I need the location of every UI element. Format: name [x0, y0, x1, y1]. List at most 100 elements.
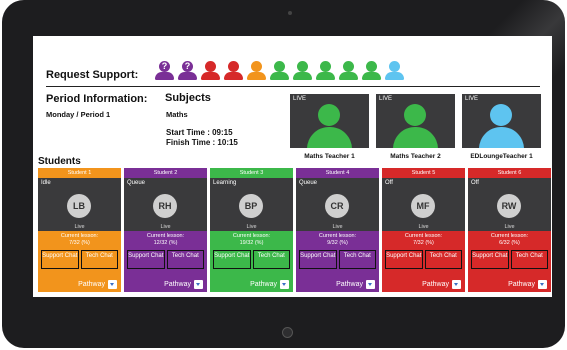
student-card-body: Current lesson: 7/32 (%) Support Chat Te… [38, 231, 121, 292]
live-label: Live [332, 224, 343, 230]
support-chat-button[interactable]: Support Chat [385, 250, 423, 269]
user-icon[interactable] [361, 60, 382, 80]
live-label: Live [160, 224, 171, 230]
user-icon[interactable] [269, 60, 290, 80]
live-label: Live [504, 224, 515, 230]
user-icon[interactable] [338, 60, 359, 80]
student-card: Student 6 Off RW Live Current lesson: 6/… [468, 168, 551, 292]
student-video[interactable]: Off MF Live [382, 178, 465, 231]
user-icon[interactable] [315, 60, 336, 80]
camera-icon [288, 11, 292, 15]
student-status: Queue [127, 180, 146, 186]
user-icon-head [404, 104, 426, 126]
question-user-icon[interactable]: ? [154, 60, 175, 80]
teacher-card[interactable]: LIVE Maths Teacher 2 [376, 94, 455, 160]
user-icon-body [362, 72, 381, 80]
support-chat-button[interactable]: Support Chat [41, 250, 79, 269]
student-label: Student 4 [296, 168, 379, 178]
pathway-control[interactable]: Pathway [422, 280, 461, 289]
tech-chat-button[interactable]: Tech Chat [166, 250, 204, 269]
pathway-control[interactable]: Pathway [164, 280, 203, 289]
student-label: Student 1 [38, 168, 121, 178]
live-label: LIVE [293, 96, 307, 102]
student-video[interactable]: Idle LB Live [38, 178, 121, 231]
subject-value: Maths [166, 110, 188, 119]
avatar: CR [325, 194, 349, 218]
user-icon[interactable] [384, 60, 405, 80]
chat-buttons: Support Chat Tech Chat [210, 250, 293, 269]
current-lesson: Current lesson: 7/32 (%) [38, 231, 121, 249]
avatar: RW [497, 194, 521, 218]
pathway-label: Pathway [422, 281, 449, 288]
live-label: LIVE [465, 96, 479, 102]
student-video[interactable]: Off RW Live [468, 178, 551, 231]
user-icon-body [247, 72, 266, 80]
chevron-down-icon[interactable] [194, 280, 203, 289]
tech-chat-button[interactable]: Tech Chat [424, 250, 462, 269]
teacher-video[interactable]: LIVE [290, 94, 369, 148]
chat-buttons: Support Chat Tech Chat [124, 250, 207, 269]
student-card: Student 2 Queue RH Live Current lesson: … [124, 168, 207, 292]
student-card-body: Current lesson: 7/32 (%) Support Chat Te… [382, 231, 465, 292]
chevron-down-icon[interactable] [280, 280, 289, 289]
user-icon-head [320, 61, 331, 72]
teacher-card[interactable]: LIVE Maths Teacher 1 [290, 94, 369, 160]
tech-chat-button[interactable]: Tech Chat [510, 250, 548, 269]
teacher-card[interactable]: LIVE EDLoungeTeacher 1 [462, 94, 541, 160]
current-lesson-value: 19/32 (%) [239, 240, 264, 246]
current-lesson-value: 12/32 (%) [153, 240, 178, 246]
tech-chat-button[interactable]: Tech Chat [338, 250, 376, 269]
student-video[interactable]: Learning BP Live [210, 178, 293, 231]
chat-buttons: Support Chat Tech Chat [296, 250, 379, 269]
chevron-down-icon[interactable] [366, 280, 375, 289]
user-icon-body [316, 72, 335, 80]
support-chat-button[interactable]: Support Chat [299, 250, 337, 269]
user-icon[interactable] [223, 60, 244, 80]
home-button[interactable] [282, 327, 293, 338]
student-video[interactable]: Queue CR Live [296, 178, 379, 231]
avatar: LB [67, 194, 91, 218]
pathway-control[interactable]: Pathway [250, 280, 289, 289]
student-label: Student 5 [382, 168, 465, 178]
chevron-down-icon[interactable] [538, 280, 547, 289]
teacher-video[interactable]: LIVE [376, 94, 455, 148]
support-chat-button[interactable]: Support Chat [127, 250, 165, 269]
tech-chat-button[interactable]: Tech Chat [80, 250, 118, 269]
student-video[interactable]: Queue RH Live [124, 178, 207, 231]
user-icon-head [318, 104, 340, 126]
user-icon-body [307, 127, 352, 148]
current-lesson-label: Current lesson: [318, 233, 357, 239]
user-icon[interactable] [246, 60, 267, 80]
support-chat-button[interactable]: Support Chat [471, 250, 509, 269]
user-icon-head [297, 61, 308, 72]
question-user-icon[interactable]: ? [177, 60, 198, 80]
current-lesson-value: 7/32 (%) [413, 240, 434, 246]
current-lesson-value: 9/32 (%) [327, 240, 348, 246]
user-icon-body [201, 72, 220, 80]
pathway-label: Pathway [336, 281, 363, 288]
user-icon-body [393, 127, 438, 148]
user-icon[interactable] [292, 60, 313, 80]
user-icon[interactable] [200, 60, 221, 80]
teacher-video[interactable]: LIVE [462, 94, 541, 148]
chat-buttons: Support Chat Tech Chat [38, 250, 121, 269]
live-label: LIVE [379, 96, 393, 102]
pathway-label: Pathway [250, 281, 277, 288]
period-value: Monday / Period 1 [46, 110, 111, 119]
student-status: Off [385, 180, 393, 186]
pathway-control[interactable]: Pathway [78, 280, 117, 289]
chevron-down-icon[interactable] [452, 280, 461, 289]
chevron-down-icon[interactable] [108, 280, 117, 289]
pathway-label: Pathway [78, 281, 105, 288]
live-label: Live [246, 224, 257, 230]
tech-chat-button[interactable]: Tech Chat [252, 250, 290, 269]
current-lesson-value: 6/32 (%) [499, 240, 520, 246]
support-chat-button[interactable]: Support Chat [213, 250, 251, 269]
current-lesson-label: Current lesson: [490, 233, 529, 239]
pathway-label: Pathway [164, 281, 191, 288]
user-icon-body [178, 72, 197, 80]
pathway-control[interactable]: Pathway [336, 280, 375, 289]
student-status: Learning [213, 180, 237, 186]
pathway-control[interactable]: Pathway [508, 280, 547, 289]
current-lesson: Current lesson: 7/32 (%) [382, 231, 465, 249]
